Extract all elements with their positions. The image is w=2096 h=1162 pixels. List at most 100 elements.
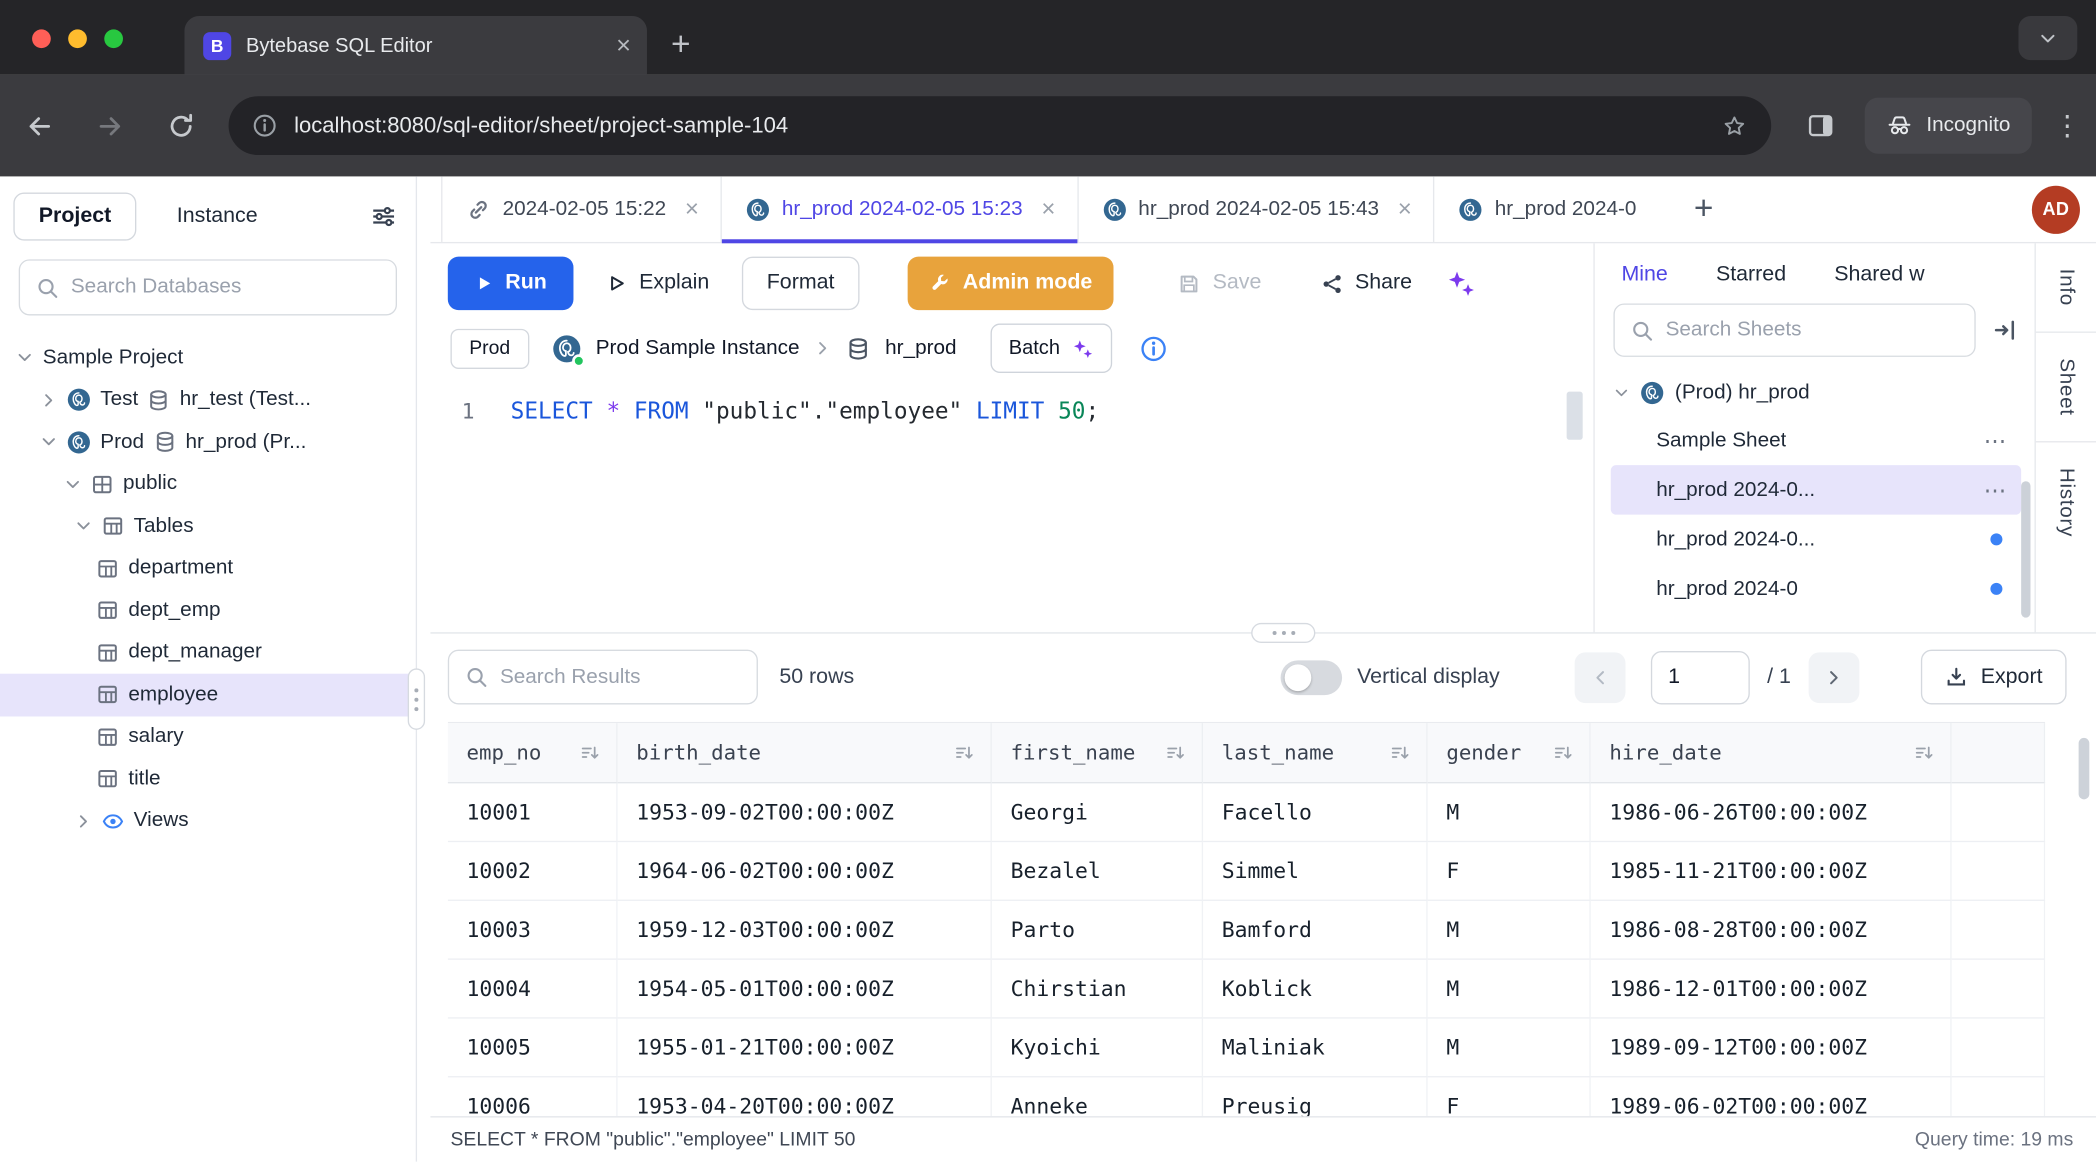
tree-item-salary[interactable]: salary [0,716,416,758]
sort-icon[interactable] [954,743,974,763]
bookmark-star-icon[interactable] [1722,113,1747,138]
close-tab-icon[interactable]: × [1041,195,1055,223]
back-icon[interactable] [24,110,55,141]
search-databases-input[interactable] [71,275,380,299]
minimize-window-button[interactable] [68,29,87,48]
close-browser-tab-icon[interactable]: × [616,33,631,58]
chevron-right-icon[interactable] [40,391,57,408]
database-name[interactable]: hr_prod [885,336,956,360]
chevron-down-icon[interactable] [16,349,33,366]
database-search[interactable] [19,259,397,315]
save-button[interactable]: Save [1165,257,1275,310]
sidebar-resize-handle[interactable] [417,176,430,1161]
browser-tab[interactable]: B Bytebase SQL Editor × [184,16,647,75]
results-resize-handle[interactable] [1251,623,1315,643]
export-button[interactable]: Export [1921,650,2067,705]
tab-mine[interactable]: Mine [1621,263,1667,287]
format-button[interactable]: Format [741,257,860,310]
vertical-display-toggle[interactable] [1281,660,1342,695]
editor-scrollbar[interactable] [1567,392,1583,440]
batch-button[interactable]: Batch [990,323,1112,372]
tree-item-hr-test-test[interactable]: Testhr_test (Test... [0,379,416,421]
column-header-hire_date[interactable]: hire_date [1591,723,1952,783]
sheets-scrollbar[interactable] [2021,481,2030,617]
sort-icon[interactable] [1553,743,1573,763]
editor-tab[interactable]: hr_prod 2024-0 [1435,176,1673,242]
editor-tab[interactable]: hr_prod 2024-02-05 15:43× [1078,176,1434,242]
column-header-gender[interactable]: gender [1428,723,1591,783]
ai-sparkles-icon[interactable] [1447,269,1476,298]
tree-item-public[interactable]: public [0,463,416,505]
admin-mode-button[interactable]: Admin mode [908,257,1114,310]
run-button[interactable]: Run [448,257,574,310]
reload-icon[interactable] [166,110,197,141]
editor-tab[interactable]: 2024-02-05 15:22× [441,176,722,242]
tab-shared[interactable]: Shared w [1834,263,1924,287]
sheet-item[interactable]: hr_prod 2024-0... [1611,515,2021,564]
chevron-down-icon[interactable] [1613,385,1629,401]
url-bar[interactable]: localhost:8080/sql-editor/sheet/project-… [229,96,1772,155]
results-scrollbar[interactable] [2079,738,2090,799]
rail-tab-sheet[interactable]: Sheet [2036,331,2096,441]
sheet-item[interactable]: Sample Sheet⋯ [1611,416,2021,465]
column-header-last_name[interactable]: last_name [1203,723,1428,783]
sheet-search[interactable] [1613,303,1975,356]
sheet-menu-icon[interactable]: ⋯ [1984,477,2008,504]
column-header-first_name[interactable]: first_name [992,723,1203,783]
explain-button[interactable]: Explain [592,257,722,310]
info-icon[interactable] [1140,335,1167,362]
tree-item-department[interactable]: department [0,547,416,589]
sort-icon[interactable] [1166,743,1186,763]
tree-item-views[interactable]: Views [0,800,416,842]
sql-text[interactable]: SELECT * FROM "public"."employee" LIMIT … [497,394,1099,429]
tree-item-title[interactable]: title [0,758,416,800]
sheet-menu-icon[interactable]: ⋯ [1984,427,2008,454]
tree-item-dept-manager[interactable]: dept_manager [0,632,416,674]
site-info-icon[interactable] [253,114,277,138]
instance-name[interactable]: Prod Sample Instance [596,336,800,360]
tab-project[interactable]: Project [13,192,136,240]
close-tab-icon[interactable]: × [685,195,699,223]
tab-starred[interactable]: Starred [1716,263,1786,287]
tree-item-hr-prod-pr[interactable]: Prodhr_prod (Pr... [0,421,416,463]
tree-item-tables[interactable]: Tables [0,505,416,547]
chevron-down-icon[interactable] [64,476,81,493]
sort-icon[interactable] [1914,743,1934,763]
browser-menu-icon[interactable]: ⋮ [2053,109,2072,142]
close-tab-icon[interactable]: × [1398,195,1412,223]
new-browser-tab-button[interactable]: + [671,28,691,61]
sheet-item[interactable]: hr_prod 2024-0...⋯ [1611,465,2021,514]
tree-item-dept-emp[interactable]: dept_emp [0,590,416,632]
column-header-birth_date[interactable]: birth_date [618,723,992,783]
chevron-down-icon[interactable] [40,433,57,450]
tree-item-employee[interactable]: employee [0,674,416,716]
editor-tab[interactable]: hr_prod 2024-02-05 15:23× [722,176,1078,242]
prev-page-button[interactable] [1575,652,1626,703]
search-sheets-input[interactable] [1666,318,1959,342]
share-button[interactable]: Share [1307,257,1426,310]
tree-item-sample-project[interactable]: Sample Project [0,337,416,379]
chevron-down-icon[interactable] [75,518,92,535]
chevron-right-icon[interactable] [75,812,92,829]
collapse-panel-icon[interactable] [1992,317,2019,344]
close-window-button[interactable] [32,29,51,48]
filter-settings-icon[interactable] [370,203,397,230]
sort-icon[interactable] [580,743,600,763]
sql-editor[interactable]: 1 SELECT * FROM "public"."employee" LIMI… [430,384,1593,633]
side-panel-icon[interactable] [1806,111,1835,140]
zoom-window-button[interactable] [104,29,123,48]
sheet-item[interactable]: hr_prod 2024-0 [1611,564,2021,613]
tab-instance[interactable]: Instance [177,205,258,229]
sort-icon[interactable] [1390,743,1410,763]
user-avatar[interactable]: AD [2032,185,2080,233]
rail-tab-info[interactable]: Info [2036,243,2096,331]
next-page-button[interactable] [1808,652,1859,703]
tab-list-button[interactable] [2018,16,2077,60]
new-sheet-tab-button[interactable]: + [1694,192,1714,225]
results-search[interactable] [448,650,758,705]
column-header-emp_no[interactable]: emp_no [448,723,618,783]
sheet-group[interactable]: (Prod) hr_prod [1611,370,2021,415]
rail-tab-history[interactable]: History [2036,441,2096,562]
forward-icon[interactable] [95,110,126,141]
search-results-input[interactable] [500,665,741,689]
